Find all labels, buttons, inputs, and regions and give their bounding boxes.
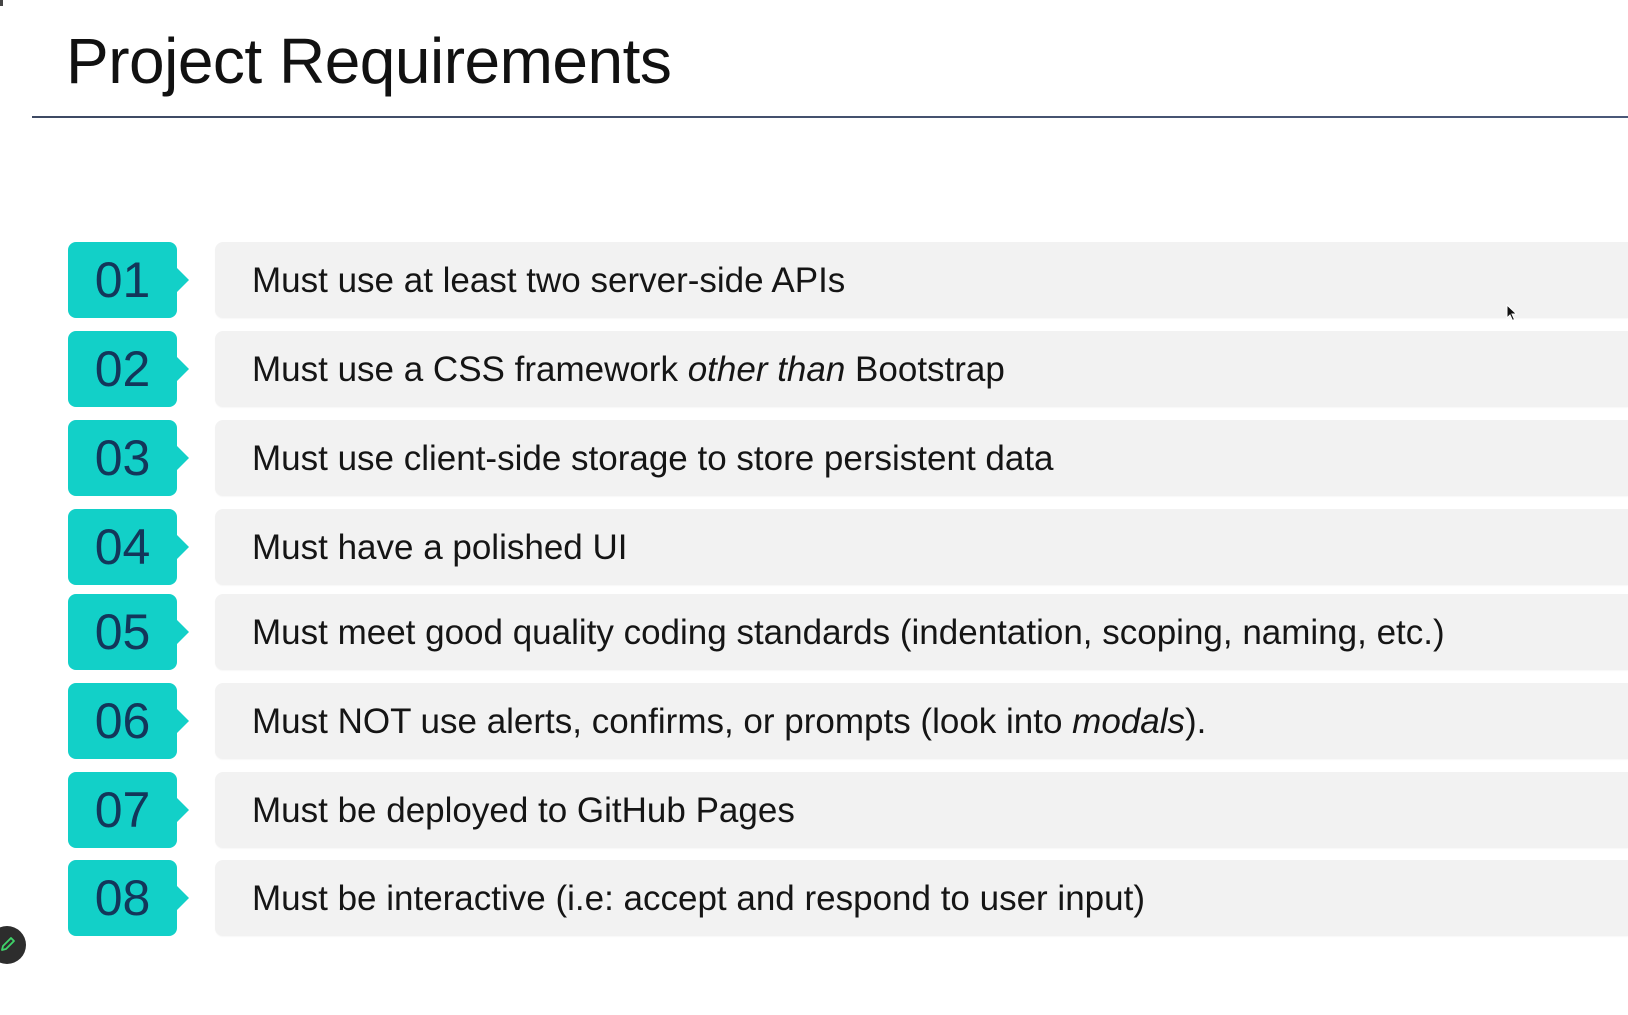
requirement-number-badge: 07 [68, 772, 189, 848]
requirement-row: 07 Must be deployed to GitHub Pages [0, 772, 1628, 848]
requirement-card: Must have a polished UI [215, 509, 1628, 585]
requirement-card: Must meet good quality coding standards … [215, 594, 1628, 670]
requirement-number: 01 [94, 252, 151, 308]
requirement-row: 02 Must use a CSS framework other than B… [0, 331, 1628, 407]
requirement-row: 01 Must use at least two server-side API… [0, 242, 1628, 318]
pencil-glyph [1, 937, 15, 951]
requirement-text: Must NOT use alerts, confirms, or prompt… [252, 683, 1206, 759]
requirement-text: Must use a CSS framework other than Boot… [252, 331, 1005, 407]
requirements-list: 01 Must use at least two server-side API… [0, 0, 1628, 1015]
requirement-card: Must use at least two server-side APIs [215, 242, 1628, 318]
requirement-card: Must use a CSS framework other than Boot… [215, 331, 1628, 407]
requirement-text-part: Must use a CSS framework [252, 350, 688, 389]
requirement-text-part: Must NOT use alerts, confirms, or prompt… [252, 702, 1073, 741]
requirement-text-part: Bootstrap [845, 350, 1005, 389]
presentation-slide: Project Requirements 01 Must use at leas… [0, 0, 1628, 1015]
requirement-card: Must NOT use alerts, confirms, or prompt… [215, 683, 1628, 759]
requirement-text: Must meet good quality coding standards … [252, 594, 1445, 670]
requirement-text: Must be interactive (i.e: accept and res… [252, 860, 1145, 936]
requirement-text-emphasis: other than [687, 350, 846, 389]
requirement-text: Must use at least two server-side APIs [252, 242, 845, 318]
requirement-number: 04 [94, 519, 151, 575]
requirement-card: Must be deployed to GitHub Pages [215, 772, 1628, 848]
requirement-text-part: Must use at least two server-side APIs [252, 261, 846, 300]
requirement-number: 02 [94, 341, 151, 397]
requirement-text-part: Must be interactive (i.e: accept and res… [252, 879, 1145, 918]
mouse-pointer-icon [1506, 304, 1518, 322]
requirement-number: 03 [94, 430, 151, 486]
requirement-number-badge: 04 [68, 509, 189, 585]
requirement-row: 06 Must NOT use alerts, confirms, or pro… [0, 683, 1628, 759]
requirement-text-part: Must be deployed to GitHub Pages [252, 791, 795, 830]
requirement-text-part: Must meet good quality coding standards … [252, 613, 1445, 652]
requirement-card: Must use client-side storage to store pe… [215, 420, 1628, 496]
requirement-text-emphasis: modals [1072, 702, 1185, 741]
requirement-number: 08 [94, 870, 151, 926]
requirement-text: Must use client-side storage to store pe… [252, 420, 1054, 496]
requirement-row: 05 Must meet good quality coding standar… [0, 594, 1628, 670]
requirement-text-part: Must have a polished UI [252, 528, 628, 567]
requirement-text: Must have a polished UI [252, 509, 627, 585]
requirement-number: 05 [94, 604, 151, 660]
requirement-text-part: ). [1185, 702, 1207, 741]
requirement-row: 04 Must have a polished UI [0, 509, 1628, 585]
requirement-text: Must be deployed to GitHub Pages [252, 772, 795, 848]
requirement-number-badge: 06 [68, 683, 189, 759]
requirement-number: 06 [94, 693, 151, 749]
requirement-number: 07 [94, 782, 151, 838]
requirement-number-badge: 08 [68, 860, 189, 936]
requirement-card: Must be interactive (i.e: accept and res… [215, 860, 1628, 936]
requirement-number-badge: 01 [68, 242, 189, 318]
requirement-row: 08 Must be interactive (i.e: accept and … [0, 860, 1628, 936]
requirement-number-badge: 02 [68, 331, 189, 407]
requirement-row: 03 Must use client-side storage to store… [0, 420, 1628, 496]
requirement-text-part: Must use client-side storage to store pe… [252, 439, 1054, 478]
requirement-number-badge: 05 [68, 594, 189, 670]
requirement-number-badge: 03 [68, 420, 189, 496]
